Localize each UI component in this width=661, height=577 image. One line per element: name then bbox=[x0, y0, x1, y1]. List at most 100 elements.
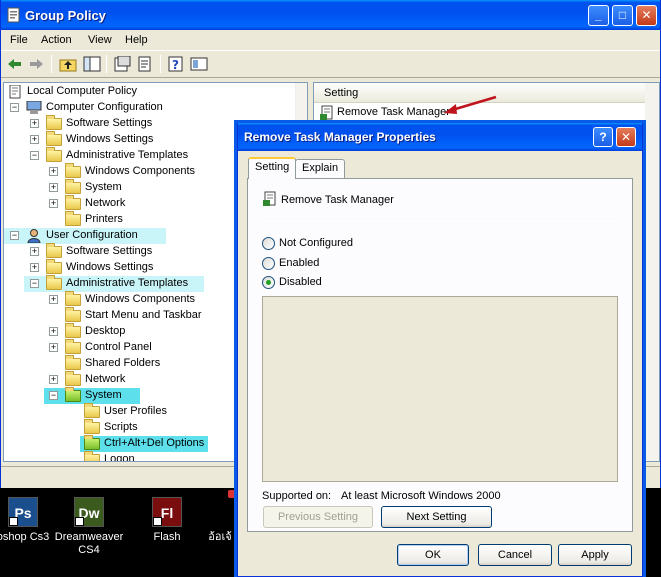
next-setting-button[interactable]: Next Setting bbox=[381, 506, 492, 528]
shortcut-arrow-icon bbox=[75, 517, 84, 526]
annotation-arrow-icon bbox=[444, 95, 497, 114]
previous-setting-button[interactable]: Previous Setting bbox=[263, 506, 373, 528]
expand-icon[interactable]: + bbox=[49, 183, 58, 192]
ok-button[interactable]: OK bbox=[397, 544, 469, 566]
back-arrow-icon[interactable] bbox=[6, 56, 24, 72]
tab-explain[interactable]: Explain bbox=[295, 159, 346, 178]
policy-setting-icon bbox=[263, 191, 276, 206]
group-policy-icon bbox=[7, 7, 20, 23]
toolbar-separator bbox=[160, 55, 161, 73]
folder-icon bbox=[46, 131, 62, 146]
supported-on-label: Supported on: bbox=[262, 490, 332, 502]
collapse-icon[interactable]: − bbox=[10, 231, 19, 240]
menu-action[interactable]: Action bbox=[41, 34, 72, 46]
radio-circle[interactable] bbox=[262, 257, 275, 270]
expand-icon[interactable]: + bbox=[30, 263, 39, 272]
expand-icon[interactable]: + bbox=[49, 199, 58, 208]
tab-setting[interactable]: Setting bbox=[248, 157, 297, 179]
toolbar-separator bbox=[51, 55, 52, 73]
setting-panel: Remove Task Manager Not Configured Enabl… bbox=[247, 178, 633, 532]
dialog-title-bar[interactable]: Remove Task Manager Properties ? ✕ bbox=[238, 123, 642, 151]
desktop-icon-photoshop[interactable]: Ps oshop Cs3 bbox=[0, 497, 52, 544]
folder-open-icon bbox=[84, 435, 100, 450]
dialog-close-button[interactable]: ✕ bbox=[616, 127, 636, 147]
folder-icon bbox=[46, 275, 62, 290]
app-icon bbox=[205, 490, 236, 527]
help-icon[interactable]: ? bbox=[167, 56, 185, 72]
properties-icon[interactable] bbox=[113, 56, 131, 72]
help-button[interactable]: ? bbox=[593, 127, 613, 147]
expand-icon[interactable]: + bbox=[49, 343, 58, 352]
title-bar[interactable]: Group Policy _ □ ✕ bbox=[1, 0, 660, 30]
maximize-button[interactable]: □ bbox=[612, 5, 633, 26]
apply-button[interactable]: Apply bbox=[558, 544, 632, 566]
show-hide-tree-icon[interactable] bbox=[83, 56, 101, 72]
folder-open-icon bbox=[65, 387, 81, 402]
folder-icon bbox=[65, 339, 81, 354]
policy-icon bbox=[9, 85, 21, 99]
divider bbox=[262, 221, 618, 222]
dreamweaver-icon: Dw bbox=[74, 497, 104, 527]
expand-icon[interactable]: + bbox=[49, 375, 58, 384]
folder-icon bbox=[65, 371, 81, 386]
radio-circle[interactable] bbox=[262, 237, 275, 250]
expand-icon[interactable]: + bbox=[30, 135, 39, 144]
expand-icon[interactable]: + bbox=[30, 247, 39, 256]
folder-icon bbox=[46, 115, 62, 130]
up-folder-icon[interactable] bbox=[59, 56, 77, 72]
folder-icon bbox=[65, 291, 81, 306]
toolbar-separator bbox=[106, 55, 107, 73]
collapse-icon[interactable]: − bbox=[30, 151, 39, 160]
expand-icon[interactable]: + bbox=[49, 295, 58, 304]
comment-area bbox=[262, 296, 618, 482]
radio-circle-selected[interactable] bbox=[262, 276, 275, 289]
cancel-button[interactable]: Cancel bbox=[478, 544, 552, 566]
view-icon[interactable] bbox=[190, 56, 208, 72]
policy-name: Remove Task Manager bbox=[281, 194, 394, 206]
toolbar: ? bbox=[1, 50, 660, 78]
computer-icon bbox=[26, 101, 42, 114]
expand-icon[interactable]: + bbox=[49, 167, 58, 176]
tree-item-user-configuration[interactable]: − User Configuration bbox=[4, 228, 166, 244]
expand-icon[interactable]: + bbox=[30, 119, 39, 128]
tree-item-user-system[interactable]: − System bbox=[44, 387, 140, 404]
menu-help[interactable]: Help bbox=[125, 34, 148, 46]
dialog-title: Remove Task Manager Properties bbox=[244, 130, 436, 144]
menu-file[interactable]: File bbox=[10, 34, 28, 46]
shortcut-arrow-icon bbox=[153, 517, 162, 526]
folder-icon bbox=[65, 323, 81, 338]
expand-icon[interactable]: + bbox=[49, 327, 58, 336]
folder-icon bbox=[46, 243, 62, 258]
folder-icon bbox=[65, 179, 81, 194]
export-list-icon[interactable] bbox=[136, 56, 154, 72]
desktop-icon-thai[interactable]: อ้อเจ้ bbox=[200, 490, 240, 544]
minimize-button[interactable]: _ bbox=[588, 5, 609, 26]
user-icon bbox=[27, 229, 41, 243]
list-scrollbar[interactable] bbox=[645, 83, 659, 461]
collapse-icon[interactable]: − bbox=[10, 103, 19, 112]
desktop-icon-flash[interactable]: Fl Flash bbox=[140, 497, 194, 544]
flash-icon: Fl bbox=[152, 497, 182, 527]
folder-icon bbox=[65, 163, 81, 178]
folder-icon bbox=[84, 419, 100, 434]
close-button[interactable]: ✕ bbox=[636, 5, 657, 26]
properties-dialog: Remove Task Manager Properties ? ✕ Setti… bbox=[237, 123, 643, 577]
folder-icon bbox=[84, 403, 100, 418]
menu-bar: File Action View Help bbox=[1, 30, 660, 50]
supported-on-value: At least Microsoft Windows 2000 bbox=[341, 490, 501, 502]
folder-icon bbox=[46, 259, 62, 274]
tree-item-ctrl-alt-del-options[interactable]: Ctrl+Alt+Del Options bbox=[80, 435, 208, 452]
policy-setting-icon bbox=[320, 105, 333, 120]
collapse-icon[interactable]: − bbox=[49, 391, 58, 400]
forward-arrow-icon[interactable] bbox=[27, 56, 45, 72]
collapse-icon[interactable]: − bbox=[30, 279, 39, 288]
menu-view[interactable]: View bbox=[88, 34, 112, 46]
tree-item-user-administrative-templates[interactable]: − Administrative Templates bbox=[24, 275, 204, 292]
shortcut-arrow-icon bbox=[9, 517, 18, 526]
folder-icon bbox=[65, 307, 81, 322]
svg-text:?: ? bbox=[172, 58, 179, 72]
desktop-icon-dreamweaver[interactable]: Dw Dreamweaver CS4 bbox=[52, 497, 126, 557]
folder-icon bbox=[84, 451, 100, 461]
folder-icon bbox=[46, 147, 62, 162]
folder-icon bbox=[65, 195, 81, 210]
